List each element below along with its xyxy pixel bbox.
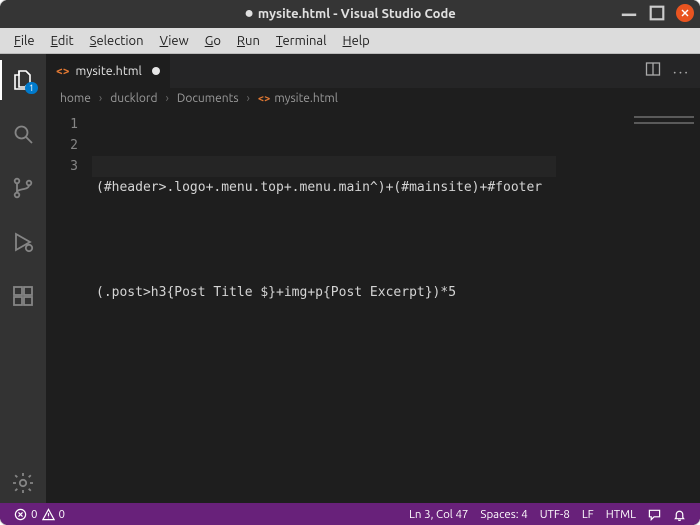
code-line[interactable]: (#header>.logo+.menu.top+.menu.main^)+(#… <box>96 177 628 198</box>
crumb-file[interactable]: mysite.html <box>274 92 338 105</box>
menu-help[interactable]: Help <box>335 32 378 50</box>
tab-bar: <> mysite.html ··· <box>46 54 700 88</box>
tab-filename: mysite.html <box>76 64 142 78</box>
activity-source-control[interactable] <box>0 168 46 208</box>
status-language[interactable]: HTML <box>600 508 642 521</box>
close-icon <box>680 8 690 18</box>
window-minimize-button[interactable] <box>620 4 638 22</box>
chevron-right-icon: › <box>99 92 102 105</box>
maximize-icon <box>648 4 666 22</box>
feedback-icon <box>648 508 661 521</box>
warning-icon <box>42 508 55 521</box>
activity-settings[interactable] <box>0 463 46 503</box>
menu-file[interactable]: File <box>6 32 43 50</box>
status-cursor[interactable]: Ln 3, Col 47 <box>403 508 474 521</box>
breadcrumb[interactable]: home › ducklord › Documents › <> mysite.… <box>46 88 700 110</box>
split-icon <box>645 61 661 77</box>
gear-icon <box>11 471 35 495</box>
menu-go[interactable]: Go <box>197 32 229 50</box>
menu-selection[interactable]: Selection <box>82 32 152 50</box>
code-editor[interactable]: 1 2 3 (#header>.logo+.menu.top+.menu.mai… <box>46 110 700 503</box>
menu-view[interactable]: View <box>152 32 197 50</box>
chevron-right-icon: › <box>165 92 168 105</box>
extensions-icon <box>11 284 35 308</box>
menu-edit[interactable]: Edit <box>43 32 82 50</box>
explorer-badge: 1 <box>25 82 38 94</box>
window-close-button[interactable] <box>676 4 694 22</box>
editor-more-button[interactable]: ··· <box>673 63 690 80</box>
html-file-icon: <> <box>56 65 70 78</box>
activity-run-debug[interactable] <box>0 222 46 262</box>
tab-dirty-indicator <box>152 67 160 75</box>
crumb-user[interactable]: ducklord <box>110 92 157 105</box>
status-indent[interactable]: Spaces: 4 <box>474 508 533 521</box>
status-encoding[interactable]: UTF-8 <box>534 508 576 521</box>
menu-bar: File Edit Selection View Go Run Terminal… <box>0 28 700 54</box>
chevron-right-icon: › <box>247 92 250 105</box>
status-notifications[interactable] <box>667 508 692 521</box>
activity-extensions[interactable] <box>0 276 46 316</box>
crumb-folder[interactable]: Documents <box>177 92 239 105</box>
app-window: ● mysite.html - Visual Studio Code File … <box>0 0 700 525</box>
status-bar: 0 0 Ln 3, Col 47 Spaces: 4 UTF-8 LF HTML <box>0 503 700 525</box>
tab-mysite[interactable]: <> mysite.html <box>46 54 171 88</box>
play-bug-icon <box>11 230 35 254</box>
activity-bar: 1 <box>0 54 46 503</box>
activity-explorer[interactable]: 1 <box>0 60 46 100</box>
branch-icon <box>11 176 35 200</box>
line-numbers: 1 2 3 <box>46 110 92 503</box>
split-editor-button[interactable] <box>645 61 661 81</box>
status-feedback[interactable] <box>642 508 667 521</box>
unsaved-indicator: ● <box>244 5 254 21</box>
editor-area: <> mysite.html ··· home › ducklord › Doc… <box>46 54 700 503</box>
title-bar: ● mysite.html - Visual Studio Code <box>0 0 700 28</box>
menu-run[interactable]: Run <box>229 32 268 50</box>
minimize-icon <box>620 4 638 22</box>
menu-terminal[interactable]: Terminal <box>268 32 335 50</box>
minimap[interactable] <box>628 110 700 503</box>
error-icon <box>14 508 27 521</box>
bell-icon <box>673 508 686 521</box>
code-line[interactable]: (.post>h3{Post Title $}+img+p{Post Excer… <box>96 282 628 303</box>
crumb-home[interactable]: home <box>60 92 91 105</box>
html-file-icon: <> <box>258 93 270 105</box>
search-icon <box>11 122 35 146</box>
window-title: mysite.html - Visual Studio Code <box>258 7 456 21</box>
status-problems[interactable]: 0 0 <box>8 503 71 525</box>
window-maximize-button[interactable] <box>648 4 666 22</box>
status-eol[interactable]: LF <box>576 508 600 521</box>
activity-search[interactable] <box>0 114 46 154</box>
